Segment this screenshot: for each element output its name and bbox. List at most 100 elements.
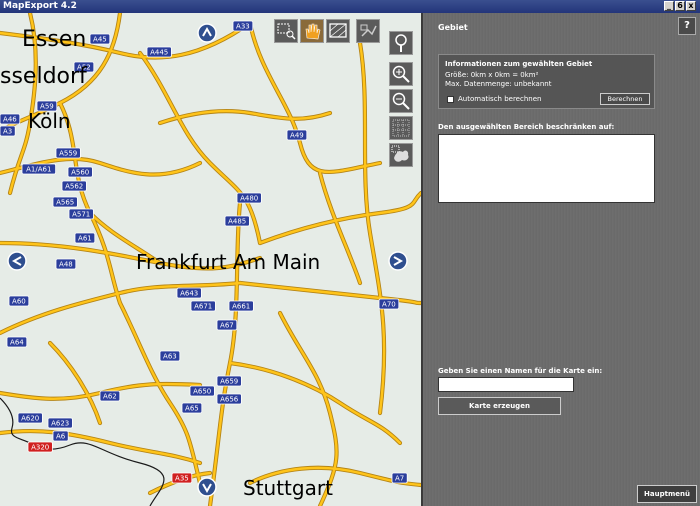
svg-text:A659: A659 [220,378,238,386]
svg-text:A480: A480 [240,195,258,203]
pan-right-icon[interactable] [388,251,408,271]
map-name-input[interactable] [438,377,574,392]
road-shield-a67: A67 [216,319,238,331]
name-label: Geben Sie einen Namen für die Karte ein: [438,367,603,375]
grid-icon[interactable] [389,116,413,140]
info-icon[interactable] [389,31,413,55]
road-shield-a60: A60 [8,295,30,307]
restrict-list[interactable] [438,134,655,203]
svg-text:A571: A571 [72,211,90,219]
pan-left-icon[interactable] [7,251,27,271]
road-shield-a623: A623 [47,417,73,429]
svg-text:A1/A61: A1/A61 [26,166,51,174]
road-shield-a320: A320 [27,441,53,453]
road-shield-a64: A64 [6,336,28,348]
restrict-label: Den ausgewählten Bereich beschränken auf… [438,123,615,131]
svg-text:A62: A62 [103,393,117,401]
minimize-button[interactable]: _ [664,1,674,11]
road-shield-a6: A6 [52,430,69,442]
road-shield-a46: A46 [0,113,21,125]
road-shield-a7: A7 [391,472,408,484]
road-network: A45A33A445A52A59A46A3 A49A559A1/A61 A560A5… [0,13,421,506]
road-shield-a63: A63 [159,350,181,362]
road-shield-a49: A49 [286,129,308,141]
pan-down-icon[interactable] [197,477,217,497]
svg-text:A671: A671 [194,303,212,311]
road-shield-a35: A35 [171,472,193,484]
road-shield-a560: A560 [67,166,93,178]
svg-text:A650: A650 [193,388,211,396]
create-map-button[interactable]: Karte erzeugen [438,397,561,415]
pan-up-icon[interactable] [197,23,217,43]
svg-text:A620: A620 [21,415,39,423]
road-shield-a70: A70 [378,298,400,310]
svg-text:A45: A45 [93,36,107,44]
svg-text:A67: A67 [220,322,234,330]
svg-text:A562: A562 [65,183,83,191]
road-shield-a1-a61: A1/A61 [21,163,56,175]
road-shield-a562: A562 [61,180,87,192]
svg-text:A60: A60 [12,298,26,306]
svg-text:A33: A33 [236,23,250,31]
road-shield-a571: A571 [68,208,94,220]
title-bar: MapExport 4.2 _ 6 x [0,0,700,13]
auto-calc-checkbox[interactable] [447,96,454,103]
help-button[interactable]: ? [678,17,696,35]
select-area-icon[interactable] [326,19,350,43]
svg-text:A320: A320 [31,444,49,452]
city-label-frankfurt: Frankfurt Am Main [136,250,320,274]
road-shield-a620: A620 [17,412,43,424]
main-menu-button[interactable]: Hauptmenü [637,485,697,503]
road-shield-a671: A671 [190,300,216,312]
road-shield-a45: A45 [89,33,111,45]
svg-text:A61: A61 [78,235,92,243]
road-shield-a62: A62 [99,390,121,402]
road-shield-a650: A650 [189,385,215,397]
road-shield-a48: A48 [55,258,77,270]
svg-text:A656: A656 [220,396,239,404]
road-shield-a485: A485 [224,215,250,227]
road-shield-a643: A643 [176,287,202,299]
svg-text:A643: A643 [180,290,198,298]
window-title: MapExport 4.2 [3,1,77,11]
info-title: Informationen zum gewählten Gebiet [445,60,593,68]
svg-text:A3: A3 [3,128,12,136]
svg-text:A623: A623 [51,420,69,428]
road-shield-a480: A480 [236,192,262,204]
road-shield-a445: A445 [146,46,172,58]
svg-text:A70: A70 [382,301,396,309]
info-size: Größe: 0km x 0km = 0km² [445,71,539,79]
zoom-out-icon[interactable] [389,89,413,113]
road-shield-a659: A659 [216,375,242,387]
svg-text:A661: A661 [232,303,250,311]
road-shield-a656: A656 [216,393,242,405]
zoom-rect-icon[interactable] [274,19,298,43]
rotate-icon[interactable] [356,19,380,43]
svg-text:A6: A6 [56,433,66,441]
hand-icon[interactable] [300,19,324,43]
svg-text:A64: A64 [10,339,24,347]
road-shield-a65: A65 [181,402,203,414]
panel-title: Gebiet [438,23,468,32]
maximize-button[interactable]: 6 [675,1,685,11]
svg-text:A46: A46 [3,116,17,124]
auto-calc-label: Automatisch berechnen [458,95,542,103]
map-view[interactable]: A45 A33 A445 A52 A59 A46 A3 A49 A559 A1/A61 A560 A5… [0,13,421,506]
road-shield-a661: A661 [228,300,254,312]
city-label-koeln: Köln [28,109,71,133]
side-panel: Gebiet ? Informationen zum gewählten Geb… [421,13,700,506]
zoom-in-icon[interactable] [389,62,413,86]
calculate-button[interactable]: Berechnen [600,93,650,105]
info-datasize: Max. Datenmenge: unbekannt [445,80,552,88]
road-shield-a3: A3 [0,125,16,137]
svg-text:A560: A560 [71,169,89,177]
close-button[interactable]: x [686,1,696,11]
road-shield-a565: A565 [52,196,78,208]
svg-text:A565: A565 [56,199,74,207]
europe-icon[interactable] [389,143,413,167]
info-box: Informationen zum gewählten Gebiet Größe… [438,54,655,109]
road-shield-a559: A559 [55,147,81,159]
road-shield-a61: A61 [74,232,96,244]
svg-text:A559: A559 [59,150,77,158]
svg-text:A48: A48 [59,261,73,269]
